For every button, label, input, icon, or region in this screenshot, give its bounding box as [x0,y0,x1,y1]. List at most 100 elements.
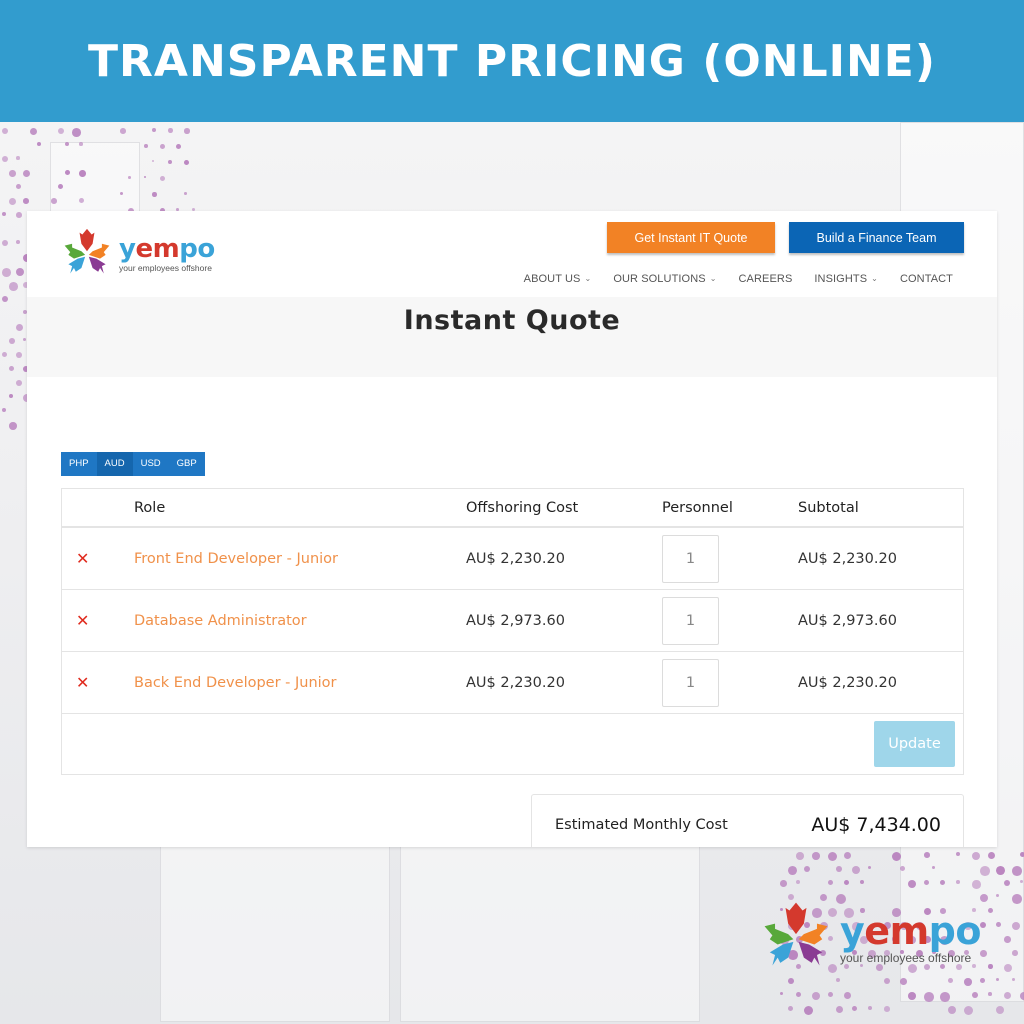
decorative-dot [16,324,24,332]
decorative-dot [9,366,15,372]
decorative-dot [1004,936,1011,943]
decorative-dot [828,992,833,997]
nav-label: INSIGHTS [814,273,868,285]
remove-icon[interactable]: ✕ [76,611,89,630]
decorative-dot [79,198,84,203]
nav-item-careers[interactable]: CAREERS [739,273,793,285]
remove-icon[interactable]: ✕ [76,549,89,568]
decorative-dot [2,352,7,357]
logo-tagline: your employees offshore [119,262,212,273]
decorative-dot [996,1006,1005,1015]
decorative-dot [940,992,950,1002]
role-link[interactable]: Front End Developer - Junior [134,551,338,567]
nav-item-insights[interactable]: INSIGHTS ⌄ [814,273,878,285]
decorative-dot [996,922,1001,927]
header-role: Role [134,499,166,516]
nav-item-contact[interactable]: CONTACT [900,273,953,285]
decorative-dot [812,992,821,1001]
decorative-dot [30,128,38,136]
role-link[interactable]: Database Administrator [134,613,307,629]
personnel-input[interactable] [662,534,719,583]
total-label: Estimated Monthly Cost [555,817,728,833]
decorative-dot [2,296,9,303]
logo-letter: y [840,908,865,953]
decorative-dot [65,170,70,175]
decorative-dot [860,880,865,885]
nav-item-about-us[interactable]: ABOUT US ⌄ [524,273,592,285]
decorative-dot [2,128,9,135]
decorative-dot [796,992,802,998]
remove-icon[interactable]: ✕ [76,673,89,692]
logo-letter: o [955,908,981,953]
decorative-dot [160,144,165,149]
logo-letter: o [197,233,215,264]
logo-wordmark: yempo [840,912,981,950]
page-title-band: Instant Quote [27,297,997,377]
currency-selector: PHP AUD USD GBP [61,452,205,476]
decorative-dot [2,268,11,277]
decorative-dot [2,156,9,163]
decorative-dot [16,184,21,189]
decorative-dot [51,198,57,204]
site-logo[interactable]: yempo your employees offshore [59,227,215,281]
decorative-dot [79,142,83,146]
decorative-dot [184,192,187,195]
currency-aud-button[interactable]: AUD [96,452,133,476]
decorative-dot [844,992,851,999]
yempo-flower-logo-icon [764,902,828,966]
decorative-dot [804,866,811,873]
decorative-dot [924,880,929,885]
nav-label: CAREERS [738,273,793,285]
decorative-dot [836,866,842,872]
decorative-dot [23,338,27,342]
decorative-dot [988,964,993,969]
offshoring-cost: AU$ 2,230.20 [466,674,565,691]
decorative-dot [9,338,15,344]
decorative-dot [828,852,838,862]
decorative-dot [2,240,8,246]
decorative-dot [16,352,22,358]
title-banner: TRANSPARENT PRICING (ONLINE) [0,0,1024,122]
decorative-dot [844,880,849,885]
update-button[interactable]: Update [874,721,955,767]
logo-letter: p [179,233,198,264]
logo-letter: m [889,908,930,953]
get-instant-it-quote-button[interactable]: Get Instant IT Quote [607,222,775,253]
logo-wordmark: yempo [119,236,215,262]
logo-letter: p [928,908,956,953]
nav-label: OUR SOLUTIONS [613,273,706,285]
quote-table: Role Offshoring Cost Personnel Subtotal … [61,488,964,775]
decorative-dot [128,176,131,179]
currency-gbp-button[interactable]: GBP [169,452,205,476]
build-finance-team-button[interactable]: Build a Finance Team [789,222,964,253]
decorative-dot [868,1006,873,1011]
nav-item-our-solutions[interactable]: OUR SOLUTIONS ⌄ [613,273,716,285]
decorative-dot [956,880,960,884]
table-row: ✕ Back End Developer - Junior AU$ 2,230.… [62,652,963,714]
decorative-dot [948,978,953,983]
banner-title: TRANSPARENT PRICING (ONLINE) [88,35,936,87]
decorative-dot [176,144,182,150]
decorative-dot [948,1006,957,1015]
subtotal: AU$ 2,230.20 [798,674,897,691]
website-screenshot: yempo your employees offshore Get Instan… [27,211,997,847]
currency-usd-button[interactable]: USD [133,452,169,476]
decorative-dot [980,866,990,876]
personnel-input[interactable] [662,658,719,707]
decorative-dot [796,880,801,885]
logo-letter: e [864,908,890,953]
decorative-dot [884,978,891,985]
personnel-input[interactable] [662,596,719,645]
decorative-dot [980,894,988,902]
decorative-dot [788,978,794,984]
logo-letter: y [119,233,136,264]
role-link[interactable]: Back End Developer - Junior [134,675,337,691]
decorative-dot [972,880,981,889]
decorative-dot [58,128,65,135]
decorative-dot [900,978,907,985]
decorative-dot [9,198,16,205]
nav-label: ABOUT US [523,273,581,285]
currency-php-button[interactable]: PHP [61,452,97,476]
table-row: ✕ Database Administrator AU$ 2,973.60 AU… [62,590,963,652]
table-footer: Update [62,714,963,774]
